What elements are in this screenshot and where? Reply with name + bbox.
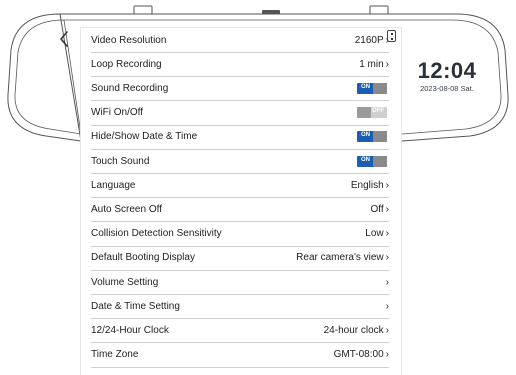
setting-value-text: Off [370, 203, 384, 215]
setting-value: › [384, 301, 389, 312]
setting-value: English › [351, 180, 389, 191]
setting-value-text: Low [365, 228, 384, 240]
setting-value-text: 1 min [359, 58, 384, 70]
setting-row[interactable]: Language English › [91, 173, 389, 199]
setting-value: GMT-08:00 › [334, 349, 389, 360]
chevron-right-icon: › [385, 324, 389, 336]
back-icon[interactable] [56, 29, 74, 49]
toggle-knob [357, 107, 371, 119]
setting-row[interactable]: Collision Detection Sensitivity Low › [91, 222, 389, 247]
settings-panel: Video Resolution 2160P › Loop Recording 1 mi… [81, 28, 401, 375]
setting-label: Sound Recording [91, 82, 169, 94]
setting-label: Video Resolution [91, 34, 167, 46]
setting-value: 24-hour clock › [324, 325, 389, 336]
setting-label: Date & Time Setting [91, 300, 180, 312]
toggle-knob [373, 155, 387, 167]
toggle-switch[interactable]: ON [357, 131, 387, 143]
setting-value: › [384, 277, 389, 288]
setting-value: Rear camera's view › [296, 252, 389, 263]
chevron-right-icon: › [385, 228, 389, 240]
clock-display: 12:04 2023-08-08 Sat. [402, 58, 492, 94]
toggle-switch[interactable]: ON [357, 82, 387, 94]
toggle-state-label: OFF [372, 108, 384, 115]
setting-row[interactable]: Time Zone GMT-08:00 › [91, 343, 389, 368]
setting-row[interactable]: Volume Setting › [91, 270, 389, 295]
setting-row[interactable]: Sound Recording ON [91, 76, 389, 102]
setting-row[interactable]: Date & Time Setting › [91, 294, 389, 320]
setting-row[interactable]: Default Booting Display Rear camera's vie… [91, 246, 389, 271]
setting-row[interactable]: Video Resolution 2160P › [91, 28, 389, 53]
setting-label: Touch Sound [91, 155, 150, 167]
setting-value: 1 min › [359, 59, 389, 70]
setting-row[interactable]: WiFi On/Off OFF [91, 101, 389, 126]
setting-label: 12/24-Hour Clock [91, 324, 169, 336]
setting-value-text: GMT-08:00 [333, 349, 384, 361]
toggle-switch[interactable]: OFF [357, 107, 387, 119]
chevron-right-icon: › [385, 252, 389, 264]
setting-row[interactable]: Loop Recording 1 min › [91, 52, 389, 78]
toggle-state-label: ON [361, 132, 370, 139]
toggle-switch[interactable]: ON [357, 155, 387, 167]
clock-time: 12:04 [417, 58, 477, 83]
setting-value-text: 2160P [354, 34, 384, 46]
setting-label: Hide/Show Date & Time [91, 131, 198, 143]
setting-value: Off › [371, 204, 390, 215]
chevron-right-icon: › [385, 179, 389, 191]
clock-date: 2023-08-08 Sat. [420, 84, 474, 93]
setting-label: Collision Detection Sensitivity [91, 228, 222, 240]
chevron-right-icon: › [385, 203, 389, 215]
setting-value: Low › [365, 228, 389, 239]
setting-label: Volume Setting [91, 276, 159, 288]
chevron-right-icon: › [385, 276, 389, 288]
chevron-right-icon: › [385, 349, 389, 361]
toggle-knob [373, 131, 387, 143]
setting-label: Time Zone [91, 349, 139, 361]
chevron-right-icon: › [385, 300, 389, 312]
setting-row[interactable]: 12/24-Hour Clock 24-hour clock › [91, 318, 389, 344]
setting-row[interactable]: Touch Sound ON [91, 149, 389, 174]
toggle-state-label: ON [361, 156, 370, 163]
toggle-state-label: ON [361, 83, 370, 90]
setting-row[interactable]: Auto Screen Off Off › [91, 197, 390, 223]
setting-value-text: 24-hour clock [323, 324, 384, 336]
setting-label: Language [91, 179, 136, 191]
setting-label: WiFi On/Off [91, 107, 144, 119]
setting-label: Loop Recording [91, 58, 162, 70]
setting-value-text: English [350, 179, 384, 191]
setting-row[interactable]: Hide/Show Date & Time ON [91, 125, 389, 150]
toggle-knob [373, 82, 387, 94]
scroll-indicator-icon[interactable] [387, 30, 396, 42]
setting-value: 2160P › [355, 35, 389, 46]
setting-value-text: Rear camera's view [296, 252, 384, 264]
setting-label: Auto Screen Off [91, 203, 162, 215]
setting-label: Default Booting Display [91, 252, 195, 264]
chevron-right-icon: › [385, 58, 389, 70]
